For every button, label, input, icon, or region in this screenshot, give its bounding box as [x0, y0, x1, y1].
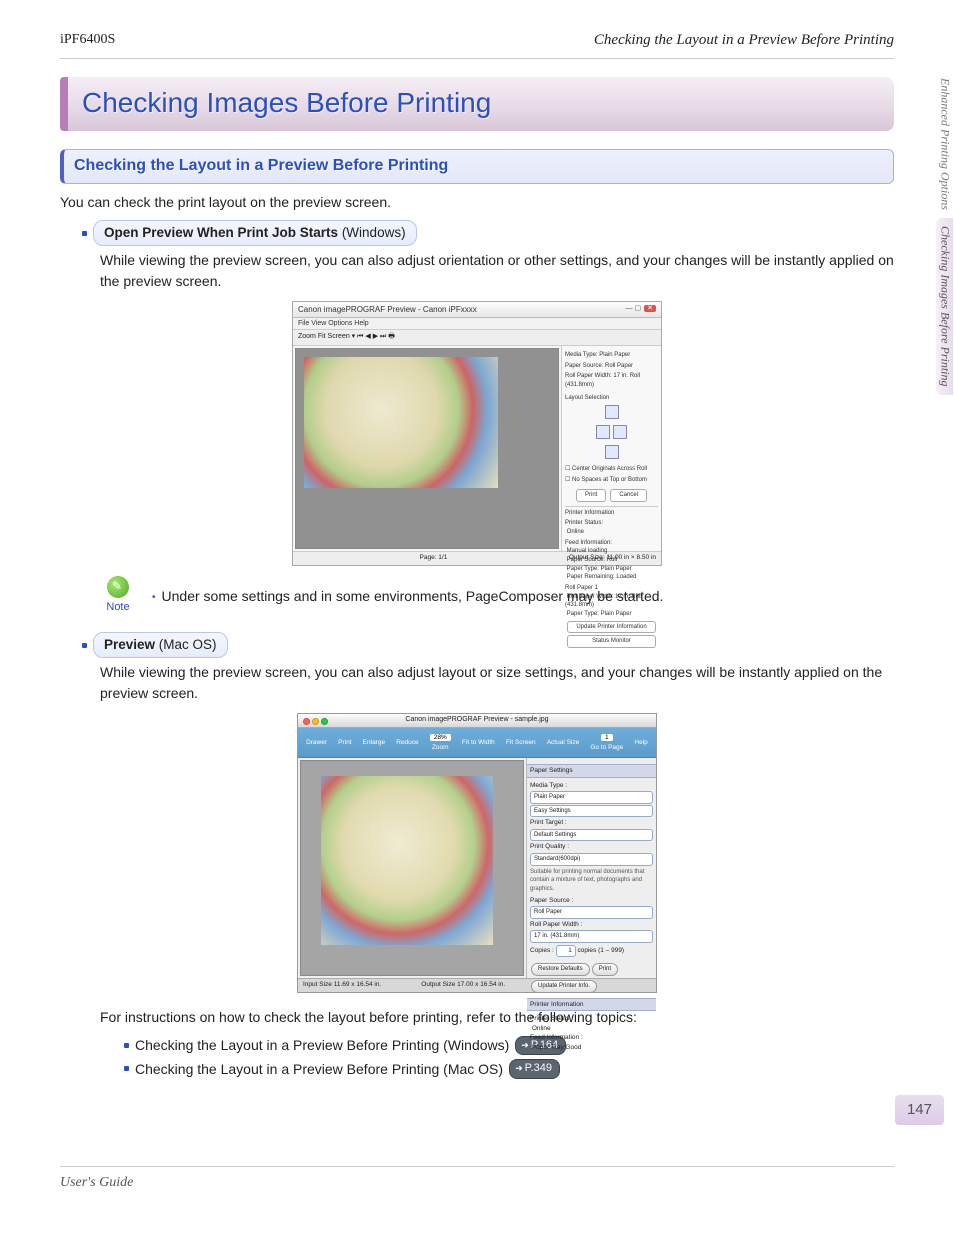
mac-bullet: Preview (Mac OS)	[82, 632, 894, 659]
topic-text: Checking the Layout in a Preview Before …	[135, 1059, 503, 1079]
mac-toolbar: Drawer Print Enlarge Reduce 28%Zoom Fit …	[298, 728, 656, 758]
win-statusbar: Page: 1/1 Output Size: 11.00 in × 8.50 i…	[293, 551, 661, 565]
mac-pill-bold: Preview	[104, 637, 155, 652]
page-header: iPF6400S Checking the Layout in a Previe…	[60, 30, 894, 59]
topic-item-windows: Checking the Layout in a Preview Before …	[124, 1035, 894, 1055]
win-toolbar: Zoom Fit Screen ▾ ⏮ ◀ ▶ ⏭ 🖶	[293, 330, 661, 346]
mac-pill: Preview (Mac OS)	[93, 632, 228, 659]
mac-pill-paren: (Mac OS)	[155, 637, 217, 652]
page-number: 147	[895, 1095, 944, 1125]
chapter-title: Checking Images Before Printing	[82, 83, 880, 124]
instructions-text: For instructions on how to check the lay…	[100, 1007, 894, 1027]
windows-desc: While viewing the preview screen, you ca…	[100, 250, 894, 291]
win-side-panel: Media Type: Plain Paper Paper Source: Ro…	[561, 346, 661, 551]
note-block: Note •Under some settings and in some en…	[100, 576, 894, 616]
bullet-icon: •	[152, 592, 156, 603]
arrow-right-icon: ➜	[521, 1039, 529, 1052]
chapter-title-bar: Checking Images Before Printing	[60, 77, 894, 132]
mac-preview-screenshot: Canon imagePROGRAF Preview - sample.jpg …	[297, 713, 657, 993]
win-title: Canon imagePROGRAF Preview - Canon iPFxx…	[298, 305, 477, 314]
mac-side-panel: Paper Settings Media Type : Plain Paper …	[526, 758, 656, 978]
windows-pill-bold: Open Preview When Print Job Starts	[104, 225, 338, 240]
topic-item-mac: Checking the Layout in a Preview Before …	[124, 1059, 894, 1079]
note-label: Note	[100, 600, 136, 616]
topic-text: Checking the Layout in a Preview Before …	[135, 1035, 509, 1055]
section-title-bar: Checking the Layout in a Preview Before …	[60, 149, 894, 183]
page-footer: User's Guide	[60, 1166, 894, 1193]
win-window-buttons: — ▢ ✕	[626, 304, 656, 314]
windows-preview-screenshot: Canon imagePROGRAF Preview - Canon iPFxx…	[292, 301, 662, 566]
windows-pill: Open Preview When Print Job Starts (Wind…	[93, 220, 417, 247]
mac-preview-canvas	[300, 760, 524, 976]
header-model: iPF6400S	[60, 30, 115, 52]
intro-text: You can check the print layout on the pr…	[60, 192, 894, 212]
header-breadcrumb: Checking the Layout in a Preview Before …	[594, 30, 894, 52]
side-tab-parent[interactable]: Enhanced Printing Options	[936, 70, 953, 218]
win-preview-canvas	[295, 348, 559, 549]
note-text: •Under some settings and in some environ…	[152, 586, 894, 607]
pencil-icon	[107, 576, 129, 598]
side-tabs: Enhanced Printing Options Checking Image…	[936, 70, 954, 395]
bullet-icon	[124, 1066, 129, 1071]
mac-title: Canon imagePROGRAF Preview - sample.jpg	[405, 716, 548, 723]
note-icon: Note	[100, 576, 136, 616]
bullet-icon	[82, 643, 87, 648]
mac-titlebar: Canon imagePROGRAF Preview - sample.jpg	[298, 714, 656, 728]
windows-pill-paren: (Windows)	[338, 225, 406, 240]
side-tab-current[interactable]: Checking Images Before Printing	[936, 218, 953, 395]
section-title: Checking the Layout in a Preview Before …	[74, 154, 883, 177]
windows-bullet: Open Preview When Print Job Starts (Wind…	[82, 220, 894, 247]
page-ref-link[interactable]: ➜P.349	[509, 1059, 560, 1079]
topic-list: Checking the Layout in a Preview Before …	[124, 1035, 894, 1079]
arrow-right-icon: ➜	[515, 1062, 523, 1075]
win-menubar: File View Options Help	[293, 318, 661, 330]
mac-traffic-lights	[303, 716, 330, 729]
bullet-icon	[124, 1043, 129, 1048]
win-titlebar: Canon imagePROGRAF Preview - Canon iPFxx…	[293, 302, 661, 318]
bullet-icon	[82, 231, 87, 236]
mac-desc: While viewing the preview screen, you ca…	[100, 662, 894, 703]
